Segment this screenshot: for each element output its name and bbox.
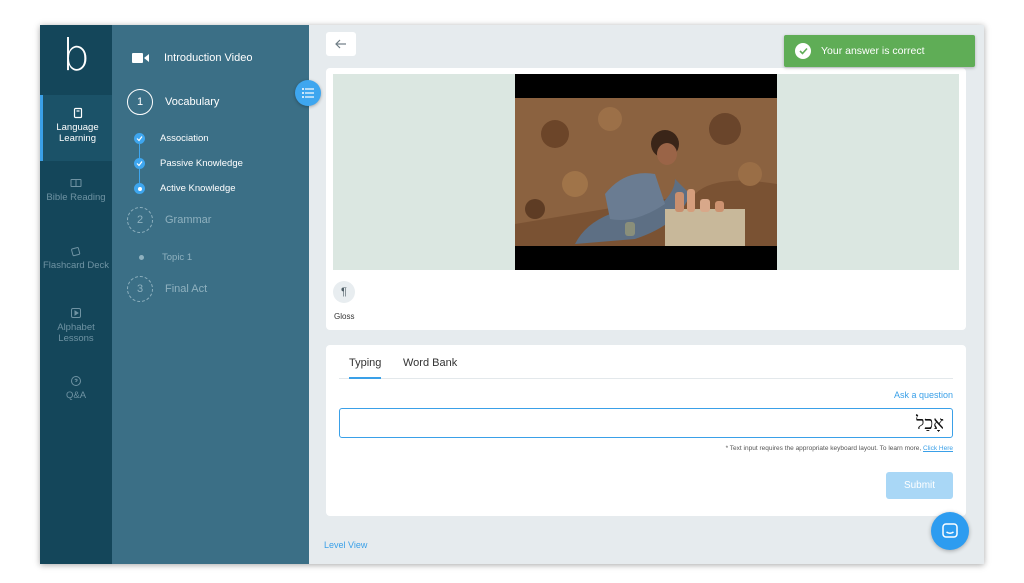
level-view-link[interactable]: Level View bbox=[324, 540, 367, 550]
video-camera-icon bbox=[132, 53, 149, 63]
tree-step-passive-knowledge[interactable]: Passive Knowledge bbox=[134, 158, 243, 169]
tree-item-label: Grammar bbox=[165, 214, 212, 226]
gloss-button[interactable]: ¶ bbox=[333, 281, 355, 303]
step-dot-icon bbox=[139, 255, 144, 260]
rail-item-label: Learning bbox=[59, 133, 96, 144]
tree-step-active-knowledge[interactable]: Active Knowledge bbox=[134, 183, 236, 194]
ask-question-link[interactable]: Ask a question bbox=[894, 390, 953, 400]
rail-item-label: Language bbox=[56, 122, 99, 133]
tree-item-label: Introduction Video bbox=[164, 52, 253, 64]
keyboard-hint: * Text input requires the appropriate ke… bbox=[726, 445, 953, 452]
tree-section-vocabulary[interactable]: 1 Vocabulary bbox=[127, 89, 219, 115]
tree-section-final-act[interactable]: 3 Final Act bbox=[127, 276, 207, 302]
video-card: ¶ Gloss bbox=[326, 68, 966, 330]
tab-word-bank[interactable]: Word Bank bbox=[403, 357, 457, 377]
answer-input[interactable] bbox=[339, 408, 953, 438]
check-icon bbox=[134, 133, 145, 144]
app-window: b Language Learning Bible Reading Flashc… bbox=[40, 25, 984, 564]
tree-item-label: Final Act bbox=[165, 283, 208, 295]
chat-icon bbox=[942, 523, 958, 538]
paragraph-icon: ¶ bbox=[341, 286, 347, 298]
click-here-link[interactable]: Click Here bbox=[923, 445, 953, 452]
rail-item-label: Lessons bbox=[58, 333, 94, 344]
rail-item-language-learning[interactable]: Language Learning bbox=[40, 95, 112, 161]
current-step-icon bbox=[134, 183, 145, 194]
rail-item-label: Bible Reading bbox=[46, 192, 106, 203]
video-frame-image bbox=[515, 74, 777, 270]
tree-item-intro-video[interactable]: Introduction Video bbox=[132, 52, 252, 64]
tree-step-topic-1[interactable]: Topic 1 bbox=[136, 252, 192, 263]
gloss-label: Gloss bbox=[334, 312, 355, 321]
hint-text: * Text input requires the appropriate ke… bbox=[725, 445, 922, 452]
flashcard-icon bbox=[71, 247, 81, 257]
arrow-left-icon bbox=[335, 39, 346, 49]
tab-typing[interactable]: Typing bbox=[349, 357, 382, 379]
video-backdrop bbox=[333, 74, 959, 270]
check-icon bbox=[134, 158, 145, 169]
left-rail: b Language Learning Bible Reading Flashc… bbox=[40, 25, 112, 564]
tree-item-label: Passive Knowledge bbox=[160, 158, 243, 169]
play-square-icon bbox=[71, 308, 81, 318]
rail-item-qa[interactable]: Q&A bbox=[40, 375, 112, 401]
section-number: 2 bbox=[127, 207, 153, 233]
open-book-icon bbox=[70, 179, 82, 187]
tree-step-association[interactable]: Association bbox=[134, 133, 209, 144]
book-icon bbox=[73, 107, 82, 119]
toggle-tree-button[interactable] bbox=[295, 80, 321, 106]
tree-item-label: Topic 1 bbox=[162, 252, 193, 263]
submit-button[interactable]: Submit bbox=[886, 472, 953, 499]
chat-button[interactable] bbox=[931, 512, 969, 550]
toast-message: Your answer is correct bbox=[821, 45, 925, 57]
tree-item-label: Association bbox=[160, 133, 209, 144]
section-number: 1 bbox=[127, 89, 153, 115]
answer-mode-tabs: Typing Word Bank bbox=[339, 353, 953, 379]
rail-item-alphabet-lessons[interactable]: Alphabet Lessons bbox=[40, 307, 112, 344]
rail-item-label: Alphabet bbox=[57, 322, 95, 333]
back-button[interactable] bbox=[326, 32, 356, 56]
check-circle-icon bbox=[795, 43, 811, 59]
rail-item-bible-reading[interactable]: Bible Reading bbox=[40, 177, 112, 203]
success-toast: Your answer is correct bbox=[784, 35, 975, 67]
video-player[interactable] bbox=[515, 74, 777, 270]
answer-card: Typing Word Bank Ask a question * Text i… bbox=[326, 345, 966, 516]
rail-item-flashcard-deck[interactable]: Flashcard Deck bbox=[40, 245, 112, 271]
brand-logo[interactable]: b bbox=[40, 25, 112, 85]
section-number: 3 bbox=[127, 276, 153, 302]
question-icon bbox=[71, 376, 81, 386]
tree-item-label: Active Knowledge bbox=[160, 183, 236, 194]
rail-item-label: Q&A bbox=[65, 390, 87, 401]
rail-item-label: Flashcard Deck bbox=[43, 260, 109, 271]
tree-section-grammar[interactable]: 2 Grammar bbox=[127, 207, 211, 233]
list-icon bbox=[302, 88, 314, 98]
tree-item-label: Vocabulary bbox=[165, 96, 220, 108]
course-tree-panel: Introduction Video 1 Vocabulary Associat… bbox=[112, 25, 309, 564]
